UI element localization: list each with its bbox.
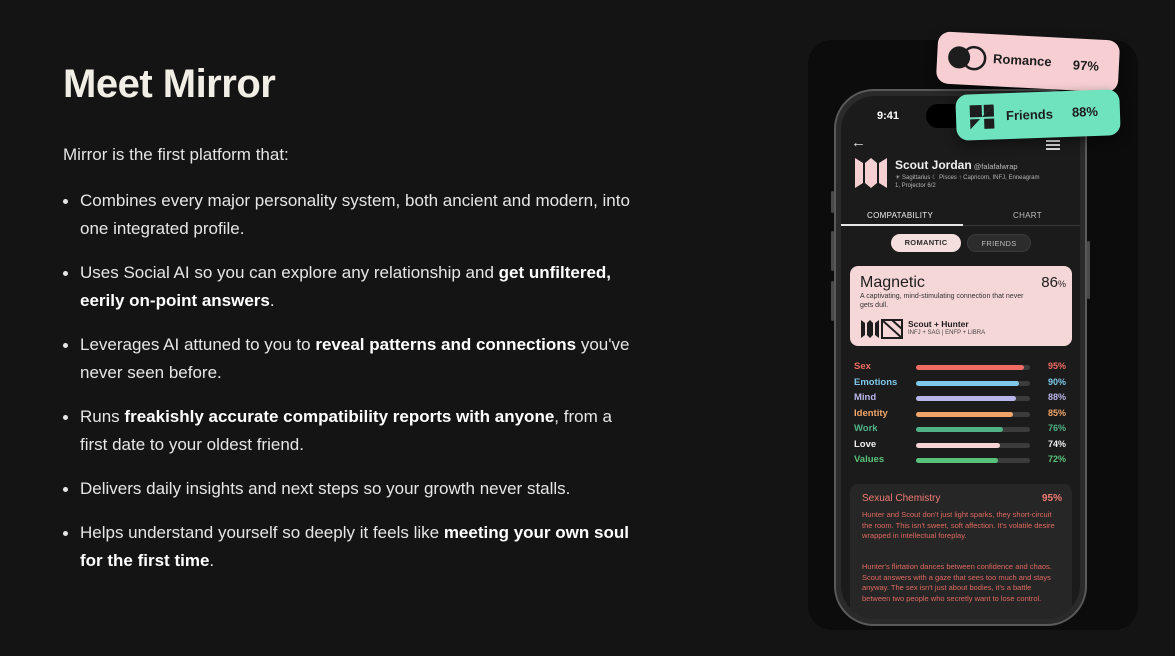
feature-highlight: reveal patterns and connections — [315, 335, 577, 354]
romance-label: Romance — [992, 51, 1052, 70]
romance-icon — [948, 45, 987, 71]
metric-bar-track — [916, 396, 1030, 401]
phone-screen: 9:41 ← Scout Jordan @falafalwrap ☀ Sagitt… — [841, 96, 1080, 619]
feature-text: . — [269, 291, 275, 310]
detail-paragraph-2: Hunter's flirtation dances between confi… — [862, 562, 1052, 603]
metric-pct: 76% — [1047, 423, 1066, 433]
back-arrow-icon[interactable]: ← — [851, 134, 866, 151]
metric-bar-fill — [916, 396, 1017, 401]
feature-text: Leverages AI attuned to you to — [80, 335, 316, 354]
pair-names: Scout + Hunter — [908, 319, 969, 329]
metric-label: Mind — [854, 392, 877, 403]
phone-mute-button — [831, 191, 834, 213]
metric-bar-track — [916, 427, 1030, 432]
metric-label: Sex — [854, 361, 871, 372]
metric-bar-track — [916, 411, 1030, 417]
metric-row[interactable]: Emotions 90% — [854, 377, 1066, 393]
feature-highlight: freakishly accurate compatibility report… — [124, 407, 555, 426]
metric-pct: 90% — [1047, 376, 1066, 387]
metric-row[interactable]: Sex 95% — [854, 361, 1066, 377]
friends-pct: 88% — [1071, 103, 1099, 120]
pair-types: INFJ + SAG | ENFP + LIBRA — [908, 330, 986, 336]
feature-item: Leverages AI attuned to you to reveal pa… — [63, 331, 643, 387]
metric-pct: 74% — [1047, 438, 1066, 449]
segment-romantic[interactable]: ROMANTIC — [891, 234, 961, 252]
metric-bar-track — [916, 442, 1030, 448]
friends-label: Friends — [1005, 106, 1054, 124]
metric-bar-track — [916, 365, 1030, 370]
metric-bar-fill — [916, 365, 1025, 370]
feature-item: Delivers daily insights and next steps s… — [63, 475, 643, 503]
menu-icon[interactable] — [1046, 140, 1060, 150]
feature-text: Uses Social AI so you can explore any re… — [80, 263, 499, 282]
tab-compatibility[interactable]: COMPATABILITY — [867, 211, 933, 220]
pair-logo-icon — [861, 319, 903, 339]
profile-name: Scout Jordan @falafalwrap — [895, 158, 1018, 172]
phone-mockup: 9:41 ← Scout Jordan @falafalwrap ☀ Sagitt… — [831, 89, 1090, 626]
metric-row[interactable]: Values 72% — [854, 454, 1066, 470]
tab-chart[interactable]: CHART — [1013, 211, 1042, 220]
segment-friends[interactable]: FRIENDS — [967, 234, 1031, 252]
feature-item: Combines every major personality system,… — [63, 187, 643, 243]
compatibility-score-unit: % — [1057, 279, 1066, 289]
profile-handle: @falafalwrap — [973, 162, 1018, 171]
metric-pct: 85% — [1047, 407, 1066, 418]
friends-score-pill: Friends 88% — [955, 89, 1121, 141]
metric-bar-track — [916, 380, 1030, 386]
metric-bar-track — [916, 458, 1030, 463]
compatibility-description: A captivating, mind-stimulating connecti… — [860, 293, 1024, 309]
metric-pct: 88% — [1047, 392, 1066, 402]
metric-list: Sex 95% Emotions 90% Mind 88% Identity 85% Work 7… — [854, 361, 1066, 470]
feature-text: . — [209, 551, 215, 570]
metric-pct: 95% — [1047, 361, 1066, 371]
metric-label: Emotions — [854, 376, 898, 388]
feature-item: Helps understand yourself so deeply it f… — [63, 519, 643, 575]
phone-volume-up-button — [831, 231, 834, 271]
hero-section: Meet Mirror Mirror is the first platform… — [63, 60, 643, 591]
metric-bar-fill — [916, 380, 1019, 386]
active-tab-indicator — [841, 224, 963, 226]
compatibility-type: Magnetic — [860, 274, 925, 291]
feature-item: Runs freakishly accurate compatibility r… — [63, 403, 643, 459]
metric-bar-fill — [916, 411, 1013, 417]
compatibility-score: 86% — [1041, 274, 1066, 291]
profile-meta: ☀ Sagittarius ☾ Pisces ↑ Capricorn, INFJ… — [895, 175, 1040, 189]
metric-label: Work — [854, 423, 878, 434]
phone-volume-down-button — [831, 281, 834, 321]
detail-card[interactable]: Sexual Chemistry 95% Hunter and Scout do… — [850, 484, 1072, 619]
metric-label: Values — [854, 454, 885, 465]
tab-bar: COMPATABILITY CHART — [841, 206, 1080, 226]
metric-bar-fill — [916, 458, 999, 463]
metric-pct: 72% — [1047, 454, 1066, 464]
romance-pct: 97% — [1072, 57, 1100, 74]
feature-text: Delivers daily insights and next steps s… — [80, 479, 571, 498]
friends-icon — [969, 104, 995, 130]
profile-logo-icon — [855, 158, 887, 188]
compatibility-summary-card[interactable]: Magnetic 86% A captivating, mind-stimula… — [850, 266, 1072, 346]
metric-label: Love — [854, 438, 877, 450]
status-time: 9:41 — [877, 110, 900, 122]
metric-row[interactable]: Love 74% — [854, 439, 1066, 455]
page-title: Meet Mirror — [63, 62, 276, 106]
metric-bar-fill — [916, 442, 1001, 448]
metric-row[interactable]: Identity 85% — [854, 408, 1066, 424]
phone-power-button — [1087, 241, 1090, 299]
profile-name-text: Scout Jordan — [895, 158, 972, 172]
compatibility-score-value: 86 — [1041, 274, 1058, 291]
feature-list: Combines every major personality system,… — [63, 187, 643, 575]
metric-label: Identity — [854, 407, 888, 419]
feature-text: Combines every major personality system,… — [80, 191, 630, 238]
detail-title: Sexual Chemistry — [862, 493, 941, 504]
romance-score-pill: Romance 97% — [935, 31, 1121, 93]
detail-score: 95% — [1041, 493, 1062, 504]
feature-text: Helps understand yourself so deeply it f… — [80, 523, 444, 542]
metric-row[interactable]: Work 76% — [854, 423, 1066, 439]
metric-row[interactable]: Mind 88% — [854, 392, 1066, 408]
feature-item: Uses Social AI so you can explore any re… — [63, 259, 643, 315]
metric-bar-fill — [916, 427, 1003, 432]
intro-text: Mirror is the first platform that: — [63, 145, 289, 164]
feature-text: Runs — [80, 407, 125, 426]
detail-paragraph-1: Hunter and Scout don't just light sparks… — [862, 510, 1055, 540]
